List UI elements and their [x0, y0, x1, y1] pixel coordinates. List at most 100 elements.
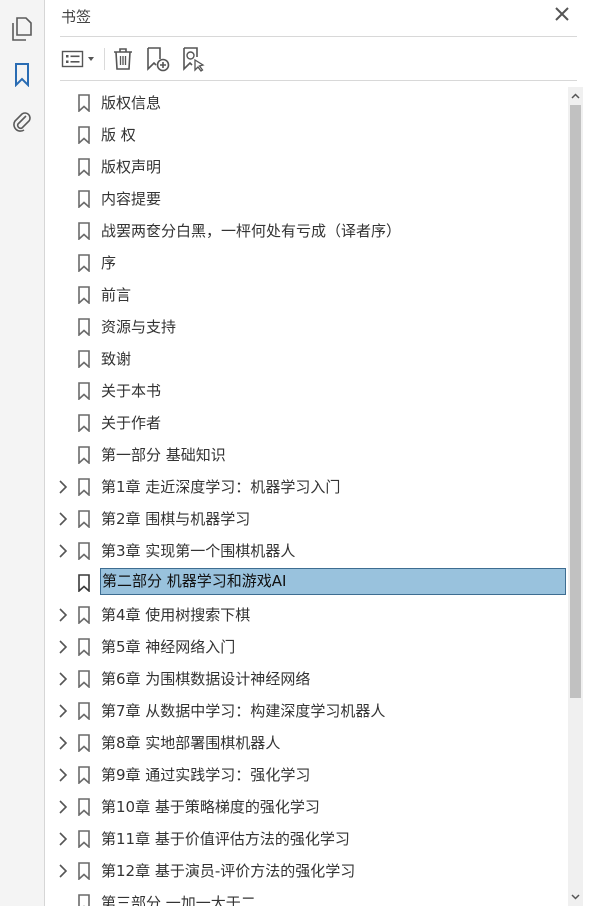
bookmarks-panel: 书签 版权信息 版 权 版权声明 内容提要 战罢两奁分白黑，一枰何处有亏成（译者…: [45, 0, 598, 906]
bookmark-label: 第1章 走近深度学习：机器学习入门: [101, 478, 341, 496]
bookmark-item[interactable]: 第3章 实现第一个围棋机器人: [45, 535, 568, 567]
bookmark-icon: [77, 798, 91, 817]
bookmark-item[interactable]: 第二部分 机器学习和游戏AI: [45, 567, 568, 599]
bookmark-icon: [77, 510, 91, 529]
bookmark-icon: [77, 542, 91, 561]
chevron-right-icon[interactable]: [56, 831, 70, 847]
bookmark-label: 资源与支持: [101, 318, 177, 336]
bookmark-label: 第三部分 一加一大于二: [101, 894, 256, 906]
panel-title: 书签: [61, 8, 92, 26]
bookmark-icon: [77, 222, 91, 241]
bookmark-label: 致谢: [101, 350, 132, 368]
bookmark-label: 序: [101, 254, 117, 272]
bookmark-item[interactable]: 内容提要: [45, 183, 568, 215]
bookmark-icon: [77, 254, 91, 273]
bookmark-icon: [77, 382, 91, 401]
bookmark-item[interactable]: 版权声明: [45, 151, 568, 183]
bookmark-icon: [77, 414, 91, 433]
chevron-right-icon[interactable]: [56, 607, 70, 623]
chevron-right-icon[interactable]: [56, 639, 70, 655]
divider: [60, 80, 577, 81]
divider: [60, 36, 577, 37]
bookmark-icon: [77, 862, 91, 881]
scroll-down-icon[interactable]: [568, 888, 583, 906]
bookmark-label: 版权声明: [101, 158, 162, 176]
delete-icon[interactable]: [110, 45, 136, 73]
bookmark-item[interactable]: 关于作者: [45, 407, 568, 439]
chevron-right-icon[interactable]: [56, 511, 70, 527]
chevron-right-icon[interactable]: [56, 767, 70, 783]
bookmark-list: 版权信息版 权版权声明内容提要战罢两奁分白黑，一枰何处有亏成（译者序） 序前言资源…: [45, 87, 568, 906]
bookmark-item[interactable]: 前言: [45, 279, 568, 311]
chevron-right-icon[interactable]: [56, 543, 70, 559]
bookmark-label: 第5章 神经网络入门: [101, 638, 236, 656]
bookmark-icon: [77, 670, 91, 689]
scroll-up-icon[interactable]: [568, 87, 583, 105]
bookmark-item[interactable]: 关于本书: [45, 375, 568, 407]
bookmark-item[interactable]: 第4章 使用树搜索下棋: [45, 599, 568, 631]
bookmark-item[interactable]: 第8章 实地部署围棋机器人: [45, 727, 568, 759]
bookmark-label: 关于本书: [101, 382, 162, 400]
bookmark-icon: [77, 158, 91, 177]
bookmark-icon: [77, 606, 91, 625]
bookmark-label: 第4章 使用树搜索下棋: [101, 606, 251, 624]
bookmark-item[interactable]: 版 权: [45, 119, 568, 151]
bookmark-item[interactable]: 第6章 为围棋数据设计神经网络: [45, 663, 568, 695]
bookmark-label: 第3章 实现第一个围棋机器人: [101, 542, 296, 560]
bookmark-item[interactable]: 版权信息: [45, 87, 568, 119]
chevron-right-icon[interactable]: [56, 479, 70, 495]
bookmark-label: 第7章 从数据中学习：构建深度学习机器人: [101, 702, 386, 720]
bookmark-icon: [77, 126, 91, 145]
bookmark-label: 第11章 基于价值评估方法的强化学习: [101, 830, 350, 848]
close-icon[interactable]: [551, 3, 573, 25]
bookmark-icon: [77, 350, 91, 369]
bookmark-search-icon[interactable]: [179, 45, 207, 73]
bookmark-icon: [77, 766, 91, 785]
bookmark-label: 第10章 基于策略梯度的强化学习: [101, 798, 320, 816]
bookmark-item[interactable]: 第9章 通过实践学习：强化学习: [45, 759, 568, 791]
chevron-right-icon[interactable]: [56, 799, 70, 815]
bookmark-icon: [77, 94, 91, 113]
bookmark-icon: [77, 702, 91, 721]
bookmark-label: 内容提要: [101, 190, 162, 208]
chevron-right-icon[interactable]: [56, 703, 70, 719]
bookmark-label: 版权信息: [101, 94, 162, 112]
chevron-right-icon[interactable]: [56, 671, 70, 687]
bookmark-item[interactable]: 资源与支持: [45, 311, 568, 343]
bookmark-item[interactable]: 第一部分 基础知识: [45, 439, 568, 471]
scrollbar-thumb[interactable]: [570, 105, 581, 698]
bookmark-item[interactable]: 第11章 基于价值评估方法的强化学习: [45, 823, 568, 855]
bookmark-item[interactable]: 战罢两奁分白黑，一枰何处有亏成（译者序）: [45, 215, 568, 247]
bookmark-item[interactable]: 第7章 从数据中学习：构建深度学习机器人: [45, 695, 568, 727]
bookmark-item[interactable]: 第10章 基于策略梯度的强化学习: [45, 791, 568, 823]
navigation-rail: [0, 0, 45, 906]
attachment-icon[interactable]: [8, 107, 36, 135]
bookmark-item[interactable]: 序: [45, 247, 568, 279]
bookmark-label: 关于作者: [101, 414, 162, 432]
bookmark-item[interactable]: 第2章 围棋与机器学习: [45, 503, 568, 535]
bookmark-label: 第2章 围棋与机器学习: [101, 510, 251, 528]
bookmark-label: 第9章 通过实践学习：强化学习: [101, 766, 311, 784]
bookmark-item[interactable]: 致谢: [45, 343, 568, 375]
chevron-right-icon[interactable]: [56, 735, 70, 751]
bookmark-label: 第8章 实地部署围棋机器人: [101, 734, 281, 752]
bookmark-icon: [77, 638, 91, 657]
bookmark-item[interactable]: 第12章 基于演员-评价方法的强化学习: [45, 855, 568, 887]
options-menu-icon[interactable]: [60, 45, 98, 73]
bookmark-item[interactable]: 第5章 神经网络入门: [45, 631, 568, 663]
bookmark-item[interactable]: 第1章 走近深度学习：机器学习入门: [45, 471, 568, 503]
bookmark-icon[interactable]: [8, 61, 36, 89]
toolbar-separator: [104, 48, 105, 70]
vertical-scrollbar[interactable]: [568, 87, 583, 906]
chevron-right-icon[interactable]: [56, 863, 70, 879]
bookmark-icon: [77, 286, 91, 305]
bookmark-icon: [77, 446, 91, 465]
bookmark-label: 第一部分 基础知识: [101, 446, 226, 464]
bookmark-label: 前言: [101, 286, 132, 304]
bookmark-item[interactable]: 第三部分 一加一大于二: [45, 887, 568, 906]
new-bookmark-icon[interactable]: [144, 45, 172, 73]
bookmark-label: 第二部分 机器学习和游戏AI: [100, 568, 566, 595]
bookmark-icon: [77, 894, 91, 906]
bookmark-label: 第6章 为围棋数据设计神经网络: [101, 670, 311, 688]
pages-icon[interactable]: [8, 15, 36, 43]
